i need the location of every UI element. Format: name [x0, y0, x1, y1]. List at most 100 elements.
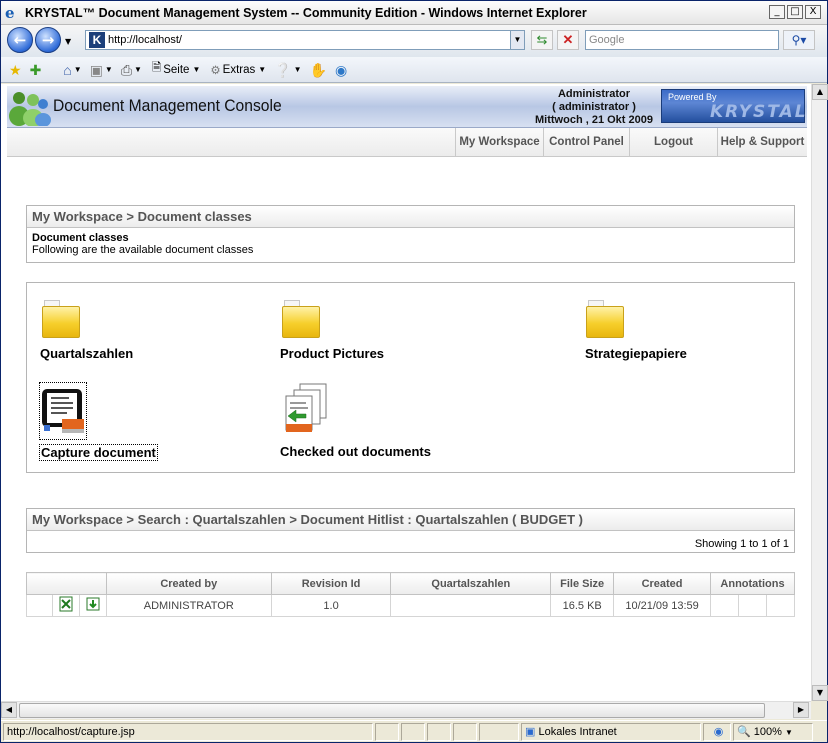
close-button[interactable]: X — [805, 5, 821, 19]
hand-icon[interactable]: ✋ — [310, 62, 327, 78]
menu-my-workspace[interactable]: My Workspace — [455, 128, 543, 157]
scroll-up-arrow-icon[interactable]: ▲ — [812, 84, 828, 100]
column-header-quartalszahlen[interactable]: Quartalszahlen — [390, 572, 552, 595]
brand-logo: KRYSTAL — [710, 102, 808, 122]
favorites-star-icon[interactable]: ★ — [9, 62, 22, 78]
browser-window: e KRYSTAL™ Document Management System --… — [0, 0, 828, 743]
tools-menu-label: Extras — [222, 63, 256, 76]
protected-mode-icon[interactable]: ◉ — [703, 723, 731, 741]
document-classes-breadcrumb: My Workspace > Document classes — [27, 206, 794, 228]
address-toolbar: ← → ▼ K http://localhost/ ▼ ⇆ ✕ Google ⚲… — [1, 25, 827, 57]
add-favorite-icon[interactable]: ✚ — [30, 62, 42, 78]
cell-revision-id: 1.0 — [270, 594, 392, 617]
scroll-right-arrow-icon[interactable]: ▶ — [793, 702, 809, 718]
column-header-file-size[interactable]: File Size — [550, 572, 615, 595]
status-pane — [375, 723, 399, 741]
zoom-dropdown-icon: ▼ — [784, 728, 793, 737]
minimize-button[interactable]: _ — [769, 5, 785, 19]
checked-out-documents-icon[interactable] — [282, 382, 330, 438]
feeds-icon[interactable]: ▣ — [90, 62, 103, 78]
annotation-cell — [737, 594, 767, 617]
cell-file-size: 16.5 KB — [550, 594, 615, 617]
current-date: Mittwoch , 21 Okt 2009 — [535, 114, 653, 126]
download-icon[interactable] — [78, 594, 107, 617]
user-login: ( administrator ) — [552, 101, 636, 113]
help-dropdown-icon[interactable]: ▼ — [294, 62, 302, 78]
status-bar: http://localhost/capture.jsp ▣ Lokales I… — [1, 720, 827, 742]
search-input[interactable]: Google — [585, 30, 779, 50]
excel-file-icon[interactable] — [51, 594, 80, 617]
feeds-dropdown-icon[interactable]: ▼ — [105, 62, 113, 78]
result-count: Showing 1 to 1 of 1 — [694, 538, 789, 550]
help-icon[interactable]: ❔ — [274, 62, 291, 78]
status-pane — [453, 723, 477, 741]
column-header-created[interactable]: Created — [613, 572, 711, 595]
column-header-annotations[interactable]: Annotations — [709, 572, 796, 595]
address-dropdown-icon[interactable]: ▼ — [510, 31, 524, 49]
document-classes-description: Following are the available document cla… — [32, 244, 254, 256]
home-dropdown-icon[interactable]: ▼ — [74, 62, 82, 78]
status-url: http://localhost/capture.jsp — [3, 723, 373, 741]
print-icon[interactable]: ⎙ — [121, 62, 132, 78]
window-title: KRYSTAL™ Document Management System -- C… — [25, 5, 587, 20]
table-row[interactable]: ADMINISTRATOR 1.0 16.5 KB 10/21/09 13:59 — [26, 594, 796, 617]
scroll-down-arrow-icon[interactable]: ▼ — [812, 685, 828, 701]
stop-button[interactable]: ✕ — [557, 30, 579, 50]
status-pane — [401, 723, 425, 741]
research-icon[interactable]: ◉ — [335, 62, 347, 78]
capture-document-icon[interactable] — [39, 382, 87, 440]
class-quartalszahlen[interactable]: Quartalszahlen — [40, 346, 133, 361]
status-pane — [427, 723, 451, 741]
back-button[interactable]: ← — [7, 27, 33, 53]
refresh-button[interactable]: ⇆ — [531, 30, 553, 50]
column-header-revision-id[interactable]: Revision Id — [270, 572, 392, 595]
zoom-control[interactable]: 🔍 100% ▼ — [733, 723, 813, 741]
title-bar: e KRYSTAL™ Document Management System --… — [1, 1, 827, 25]
status-pane — [479, 723, 519, 741]
folder-icon[interactable] — [586, 298, 624, 338]
cell-created: 10/21/09 13:59 — [613, 594, 711, 617]
annotation-cell — [765, 594, 796, 617]
menu-control-panel[interactable]: Control Panel — [543, 128, 629, 157]
scroll-left-arrow-icon[interactable]: ◀ — [1, 702, 17, 718]
class-checked-out-documents[interactable]: Checked out documents — [280, 444, 431, 459]
maximize-button[interactable]: □ — [787, 5, 803, 19]
zoom-level: 100% — [753, 726, 782, 738]
security-zone[interactable]: ▣ Lokales Intranet — [521, 723, 701, 741]
gear-icon: ⚙ — [210, 64, 221, 77]
command-bar: ★ ✚ ⌂ ▼ ▣ ▼ ⎙ ▼ 🗎 Seite ▼ ⚙ Extras ▼ ❔ ▼… — [1, 57, 827, 83]
class-capture-document[interactable]: Capture document — [39, 444, 158, 461]
menu-logout[interactable]: Logout — [629, 128, 717, 157]
document-classes-heading: Document classes — [32, 232, 129, 244]
folder-icon[interactable] — [282, 298, 320, 338]
folder-icon[interactable] — [42, 298, 80, 338]
document-classes-info: Document classes Following are the avail… — [27, 228, 794, 260]
ie-logo-icon: e — [5, 3, 15, 22]
horizontal-scrollbar[interactable]: ◀ ▶ — [1, 701, 811, 719]
hitlist-panel: My Workspace > Search : Quartalszahlen >… — [26, 508, 795, 553]
class-product-pictures[interactable]: Product Pictures — [280, 346, 384, 361]
row-select-cell[interactable] — [26, 594, 53, 617]
user-info: Administrator ( administrator ) Mittwoch… — [529, 88, 659, 127]
forward-button[interactable]: → — [35, 27, 61, 53]
tools-menu[interactable]: ⚙ Extras ▼ — [210, 63, 266, 77]
address-input[interactable]: http://localhost/ — [108, 34, 182, 46]
page-menu[interactable]: 🗎 Seite ▼ — [152, 60, 200, 79]
address-bar[interactable]: K http://localhost/ ▼ — [85, 30, 525, 50]
horizontal-scroll-thumb[interactable] — [19, 703, 765, 718]
menu-help-support[interactable]: Help & Support — [717, 128, 807, 157]
annotation-cell — [709, 594, 739, 617]
vertical-scrollbar[interactable]: ▲ ▼ — [811, 84, 828, 701]
site-favicon-icon: K — [89, 32, 105, 48]
main-menu: My Workspace Control Panel Logout Help &… — [7, 128, 807, 157]
home-icon[interactable]: ⌂ — [63, 62, 71, 78]
print-dropdown-icon[interactable]: ▼ — [134, 62, 142, 78]
users-logo-icon — [9, 92, 51, 126]
class-strategiepapiere[interactable]: Strategiepapiere — [585, 346, 687, 361]
history-dropdown-icon[interactable]: ▼ — [65, 37, 71, 46]
search-button[interactable]: ⚲▾ — [783, 30, 815, 50]
app-header: Document Management Console Administrato… — [7, 86, 807, 128]
column-header-created-by[interactable]: Created by — [105, 572, 272, 595]
tools-dropdown-icon: ▼ — [258, 65, 267, 74]
page-dropdown-icon: ▼ — [192, 65, 201, 74]
